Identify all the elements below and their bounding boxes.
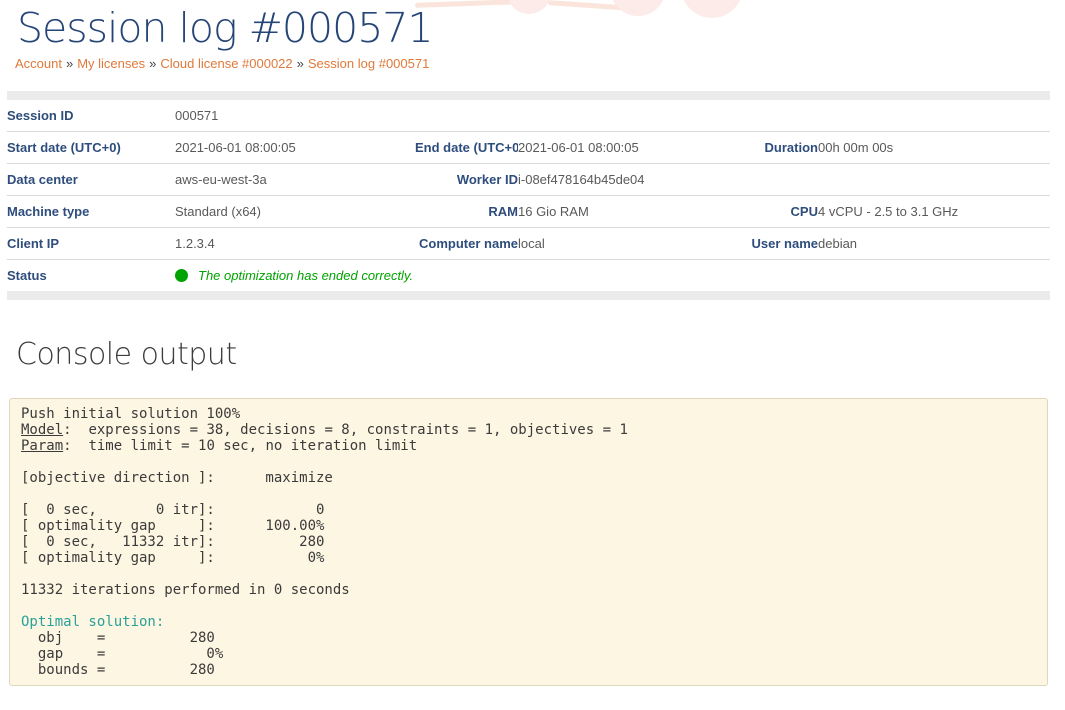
field-label: CPU (740, 196, 818, 228)
field-label: Status (7, 260, 175, 296)
console-progress-lines: [ 0 sec, 0 itr]: 0 [ optimality gap ]: 1… (21, 502, 324, 566)
console-result-lines: obj = 280 gap = 0% bounds = 280 (21, 630, 223, 678)
field-label: Session ID (7, 96, 175, 132)
table-row-datacenter: Data center aws-eu-west-3a Worker ID i-0… (7, 164, 1050, 196)
field-value (818, 96, 1050, 132)
field-value: aws-eu-west-3a (175, 164, 415, 196)
console-iterations-line: 11332 iterations performed in 0 seconds (21, 582, 350, 598)
field-label: Worker ID (415, 164, 518, 196)
field-value: i-08ef478164b45de04 (518, 164, 740, 196)
table-row-machine: Machine type Standard (x64) RAM 16 Gio R… (7, 196, 1050, 228)
breadcrumb-link-session-log[interactable]: Session log #000571 (308, 56, 429, 71)
table-row-client: Client IP 1.2.3.4 Computer name local Us… (7, 228, 1050, 260)
console-param-stats: : time limit = 10 sec, no iteration limi… (63, 438, 417, 454)
console-output-heading: Console output (16, 337, 1065, 373)
field-label: Start date (UTC+0) (7, 132, 175, 164)
console-optimal-label: Optimal solution: (21, 614, 164, 630)
status-cell: The optimization has ended correctly. (175, 260, 1050, 296)
console-objective-line: [objective direction ]: maximize (21, 470, 333, 486)
field-value: 000571 (175, 96, 415, 132)
table-row-dates: Start date (UTC+0) 2021-06-01 08:00:05 E… (7, 132, 1050, 164)
session-details-table: Session ID 000571 Start date (UTC+0) 202… (7, 91, 1050, 300)
field-value: 00h 00m 00s (818, 132, 1050, 164)
field-label: RAM (415, 196, 518, 228)
field-value: Standard (x64) (175, 196, 415, 228)
breadcrumb-link-account[interactable]: Account (15, 56, 62, 71)
console-line-push: Push initial solution 100% (21, 406, 240, 422)
console-model-stats: : expressions = 38, decisions = 8, const… (63, 422, 628, 438)
field-value: 2021-06-01 08:00:05 (175, 132, 415, 164)
status-message: The optimization has ended correctly. (198, 268, 413, 283)
breadcrumb-separator: » (297, 56, 304, 71)
field-label: Duration (740, 132, 818, 164)
field-label (740, 96, 818, 132)
breadcrumb-separator: » (149, 56, 156, 71)
field-label (740, 164, 818, 196)
status-ok-icon (175, 269, 188, 282)
page-title: Session log #000571 (0, 0, 1065, 52)
table-row-status: Status The optimization has ended correc… (7, 260, 1050, 296)
field-label: User name (740, 228, 818, 260)
field-label (415, 96, 518, 132)
field-value: 16 Gio RAM (518, 196, 740, 228)
breadcrumb-link-my-licenses[interactable]: My licenses (77, 56, 145, 71)
field-label: Client IP (7, 228, 175, 260)
breadcrumb-link-cloud-license[interactable]: Cloud license #000022 (160, 56, 292, 71)
field-value: local (518, 228, 740, 260)
field-label: End date (UTC+0) (415, 132, 518, 164)
field-label: Machine type (7, 196, 175, 228)
console-param-link[interactable]: Param (21, 438, 63, 454)
breadcrumb: Account » My licenses » Cloud license #00002… (0, 52, 1065, 71)
breadcrumb-separator: » (66, 56, 73, 71)
field-value: debian (818, 228, 1050, 260)
table-row-session-id: Session ID 000571 (7, 96, 1050, 132)
field-value: 1.2.3.4 (175, 228, 415, 260)
field-label: Computer name (415, 228, 518, 260)
field-label: Data center (7, 164, 175, 196)
field-value (518, 96, 740, 132)
field-value: 2021-06-01 08:00:05 (518, 132, 740, 164)
field-value (818, 164, 1050, 196)
console-model-link[interactable]: Model (21, 422, 63, 438)
field-value: 4 vCPU - 2.5 to 3.1 GHz (818, 196, 1050, 228)
console-output: Push initial solution 100% Model: expres… (9, 398, 1048, 686)
